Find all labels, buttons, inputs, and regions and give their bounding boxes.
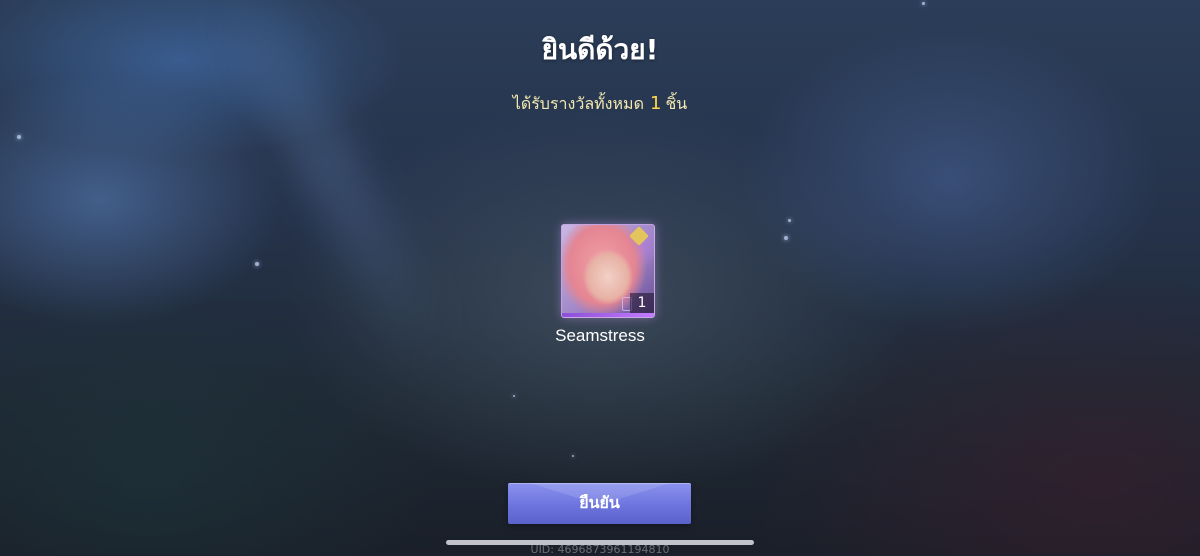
sparkle bbox=[255, 262, 259, 266]
reward-summary-prefix: ได้รับรางวัลทั้งหมด bbox=[512, 94, 644, 113]
home-indicator[interactable] bbox=[446, 540, 754, 545]
confirm-button[interactable]: ยืนยัน bbox=[508, 483, 691, 524]
reward-summary: ได้รับรางวัลทั้งหมด 1 ชิ้น bbox=[0, 92, 1200, 117]
reward-summary-suffix: ชิ้น bbox=[665, 94, 688, 113]
sparkle bbox=[784, 236, 788, 240]
sparkle bbox=[788, 219, 791, 222]
sparkle bbox=[572, 455, 574, 457]
reward-quantity: 1 bbox=[630, 293, 654, 313]
reward-count: 1 bbox=[649, 93, 662, 114]
sparkle bbox=[17, 135, 21, 139]
reward-item-card[interactable]: 1 bbox=[561, 224, 655, 318]
rarity-bar bbox=[562, 313, 654, 317]
flower-ornament-icon bbox=[629, 226, 649, 246]
reward-item-name: Seamstress bbox=[555, 326, 645, 345]
sparkle bbox=[922, 2, 925, 5]
page-title: ยินดีด้วย! bbox=[541, 33, 659, 66]
confirm-button-label: ยืนยัน bbox=[579, 493, 620, 512]
sparkle bbox=[513, 395, 515, 397]
